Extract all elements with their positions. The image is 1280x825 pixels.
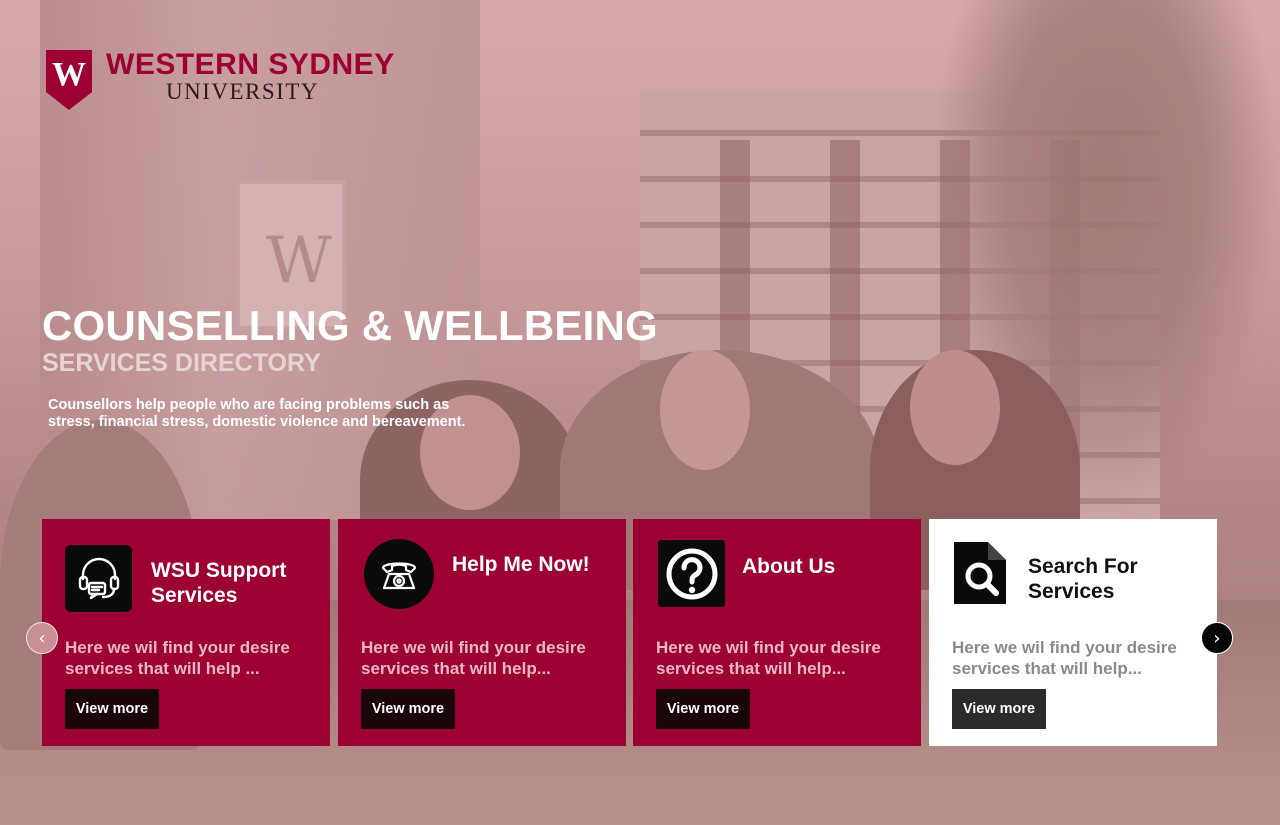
card-about-us[interactable]: About Us Here we wil find your desire se… [633, 519, 921, 746]
service-cards-carousel: WSU Support Services Here we wil find yo… [42, 519, 1218, 746]
card-title: About Us [742, 555, 836, 578]
card-description: Here we wil find your desire services th… [65, 638, 290, 678]
carousel-next-chevron-icon[interactable]: › [1201, 622, 1233, 654]
carousel-prev-chevron-icon[interactable]: ‹ [26, 622, 58, 654]
view-more-button[interactable]: View more [952, 689, 1046, 729]
view-more-button[interactable]: View more [361, 689, 455, 729]
card-title: Help Me Now! [452, 553, 590, 576]
telephone-icon [364, 539, 434, 609]
card-help-me-now[interactable]: Help Me Now! Here we wil find your desir… [338, 519, 626, 746]
logo-shield-icon: W [46, 50, 92, 110]
logo-wordmark: WESTERN SYDNEY UNIVERSITY [106, 50, 395, 104]
question-mark-icon [658, 540, 725, 607]
page-subtitle: SERVICES DIRECTORY [42, 349, 321, 377]
card-title: WSU Support Services [151, 559, 287, 607]
intro-text: Counsellors help people who are facing p… [48, 397, 466, 430]
view-more-button[interactable]: View more [656, 689, 750, 729]
view-more-button[interactable]: View more [65, 689, 159, 729]
card-wsu-support-services[interactable]: WSU Support Services Here we wil find yo… [42, 519, 330, 746]
headset-chat-icon [65, 545, 132, 612]
logo-name-main: WESTERN SYDNEY [106, 48, 395, 81]
card-description: Here we wil find your desire services th… [361, 638, 586, 678]
university-logo[interactable]: W WESTERN SYDNEY UNIVERSITY [46, 50, 395, 110]
background-person-head [660, 350, 750, 470]
card-description: Here we wil find your desire services th… [952, 638, 1177, 678]
card-description: Here we wil find your desire services th… [656, 638, 881, 678]
card-title: Search For Services [1028, 555, 1138, 603]
page-title: COUNSELLING & WELLBEING [42, 302, 658, 349]
document-search-icon [949, 537, 1011, 609]
logo-name-sub: UNIVERSITY [166, 79, 319, 104]
banner-letter: W [266, 224, 332, 298]
card-search-for-services[interactable]: Search For Services Here we wil find you… [929, 519, 1217, 746]
background-person-head [910, 350, 1000, 465]
